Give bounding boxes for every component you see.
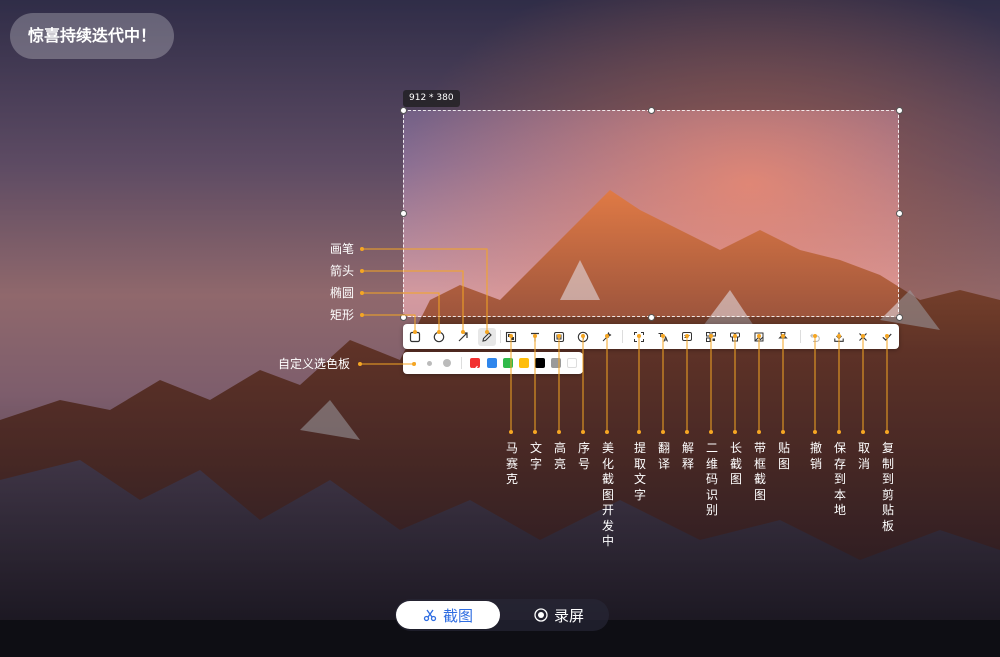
- label-number: 序号: [577, 441, 590, 471]
- label-rect: 矩形: [330, 308, 355, 322]
- leader-dot: [557, 334, 561, 338]
- label-framed-screenshot: 带框截图: [753, 441, 766, 502]
- leader-dot: [533, 334, 537, 338]
- leader-dot: [685, 334, 689, 338]
- leader-dot: [733, 430, 737, 434]
- label-ocr: 提取文字: [633, 441, 646, 502]
- label-save: 保存到本地: [833, 441, 846, 517]
- leader-dot: [813, 334, 817, 338]
- label-highlight: 高亮: [553, 441, 566, 471]
- leader-dot: [509, 430, 513, 434]
- leader-dot: [709, 430, 713, 434]
- leader-dot: [813, 430, 817, 434]
- label-pen: 画笔: [330, 242, 355, 256]
- record-icon: [534, 608, 548, 622]
- label-custom-palette: 自定义选色板: [278, 357, 351, 371]
- label-explain: 解释: [681, 441, 694, 471]
- leader-dot: [861, 430, 865, 434]
- leader-dot: [885, 430, 889, 434]
- leader-dot: [581, 430, 585, 434]
- leader-dot: [360, 247, 364, 251]
- leader-dot: [709, 334, 713, 338]
- leader-dot: [509, 334, 513, 338]
- leader-line: [362, 270, 464, 332]
- leader-dot: [581, 334, 585, 338]
- capture-mode-button[interactable]: 截图: [396, 601, 500, 629]
- scissors-icon: [423, 609, 437, 622]
- leader-dot: [757, 430, 761, 434]
- leader-dot: [533, 430, 537, 434]
- leader-dot: [412, 362, 416, 366]
- leader-dot: [781, 430, 785, 434]
- leader-dot: [557, 430, 561, 434]
- label-translate: 翻译: [657, 441, 670, 471]
- label-pin: 贴图: [777, 441, 790, 471]
- leader-dot: [637, 334, 641, 338]
- leader-dot: [661, 430, 665, 434]
- capture-mode-label: 截图: [442, 606, 473, 625]
- leader-line: [362, 314, 416, 332]
- label-cancel: 取消: [857, 441, 870, 471]
- leader-dot: [757, 334, 761, 338]
- record-mode-button[interactable]: 录屏: [513, 601, 605, 629]
- leader-dot: [837, 430, 841, 434]
- label-qrcode: 二维码识别: [705, 441, 718, 517]
- label-undo: 撤销: [809, 441, 822, 471]
- leader-dot: [837, 334, 841, 338]
- leader-dot: [413, 330, 417, 334]
- leader-dot: [485, 330, 489, 334]
- leader-dot: [885, 334, 889, 338]
- label-long-screenshot: 长截图: [729, 441, 742, 486]
- label-beautify: 美化截图开发中: [601, 441, 614, 548]
- leader-dot: [781, 334, 785, 338]
- leader-line: [362, 292, 440, 332]
- leader-line: [362, 248, 488, 332]
- label-text: 文字: [529, 441, 542, 471]
- leader-dot: [661, 334, 665, 338]
- leader-dot: [437, 330, 441, 334]
- label-arrow: 箭头: [330, 264, 355, 278]
- mode-switch: 截图 录屏: [395, 599, 609, 631]
- leader-dot: [605, 334, 609, 338]
- label-copy: 复制到剪贴板: [881, 441, 894, 533]
- leader-dot: [461, 330, 465, 334]
- record-mode-label: 录屏: [553, 606, 584, 625]
- leader-dot: [360, 291, 364, 295]
- leader-dot: [605, 430, 609, 434]
- annotation-leader-lines: [358, 247, 889, 434]
- leader-dot: [360, 313, 364, 317]
- label-mosaic: 马赛克: [505, 441, 518, 486]
- label-ellipse: 椭圆: [330, 286, 355, 300]
- leader-dot: [360, 269, 364, 273]
- leader-dot: [685, 430, 689, 434]
- leader-dot: [637, 430, 641, 434]
- leader-dot: [861, 334, 865, 338]
- leader-dot: [358, 362, 362, 366]
- leader-dot: [733, 334, 737, 338]
